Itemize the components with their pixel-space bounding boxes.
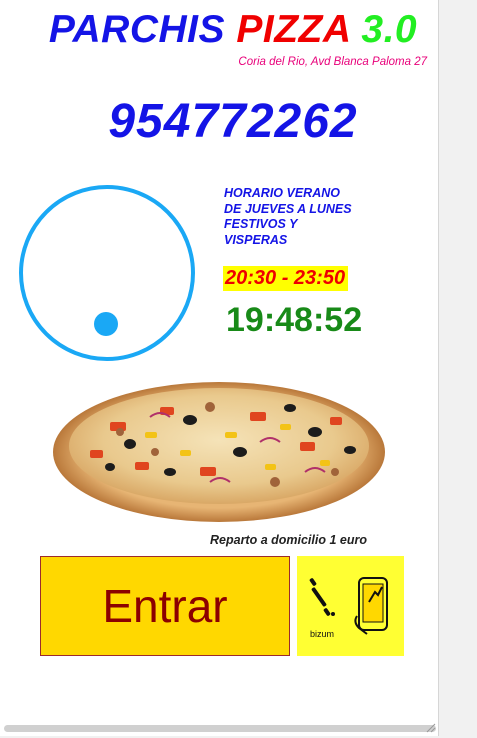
phone-number[interactable]: 954772262 xyxy=(0,94,466,149)
bizum-button[interactable]: bizum xyxy=(297,556,404,656)
bizum-label: bizum xyxy=(310,629,335,639)
bizum-logo-icon xyxy=(309,577,388,635)
schedule-line-4: VISPERAS xyxy=(224,232,288,247)
address: Coria del Rio, Avd Blanca Paloma 27 xyxy=(238,56,427,68)
enter-button[interactable]: Entrar xyxy=(40,556,290,656)
pizza-illustration xyxy=(53,382,385,522)
current-time: 19:48:52 xyxy=(226,301,363,339)
pizza-image xyxy=(50,372,388,524)
phone-tap-icon xyxy=(354,577,388,635)
schedule-line-2: DE JUEVES A LUNES xyxy=(224,201,352,216)
clock-svg xyxy=(19,185,195,361)
analog-clock xyxy=(17,183,199,365)
schedule-line-3: FESTIVOS Y xyxy=(224,217,298,231)
title-word-parchis: PARCHIS xyxy=(48,8,225,51)
horizontal-scrollbar[interactable] xyxy=(4,725,436,732)
delivery-note: Reparto a domicilio 1 euro xyxy=(210,533,367,547)
clock-dot xyxy=(94,312,118,336)
page-frame: PARCHIS PIZZA 3.0 Coria del Rio, Avd Bla… xyxy=(0,0,439,736)
opening-hours: 20:30 - 23:50 xyxy=(223,266,349,291)
schedule-text: HORARIO VERANO DE JUEVES A LUNES FESTIVO… xyxy=(224,186,404,248)
title-version: 3.0 xyxy=(361,8,418,51)
site-title: PARCHIS PIZZA 3.0 xyxy=(0,8,466,52)
resize-grip-icon[interactable] xyxy=(424,720,436,733)
schedule-line-1: HORARIO VERANO xyxy=(224,186,340,200)
title-word-pizza: PIZZA xyxy=(236,8,351,51)
